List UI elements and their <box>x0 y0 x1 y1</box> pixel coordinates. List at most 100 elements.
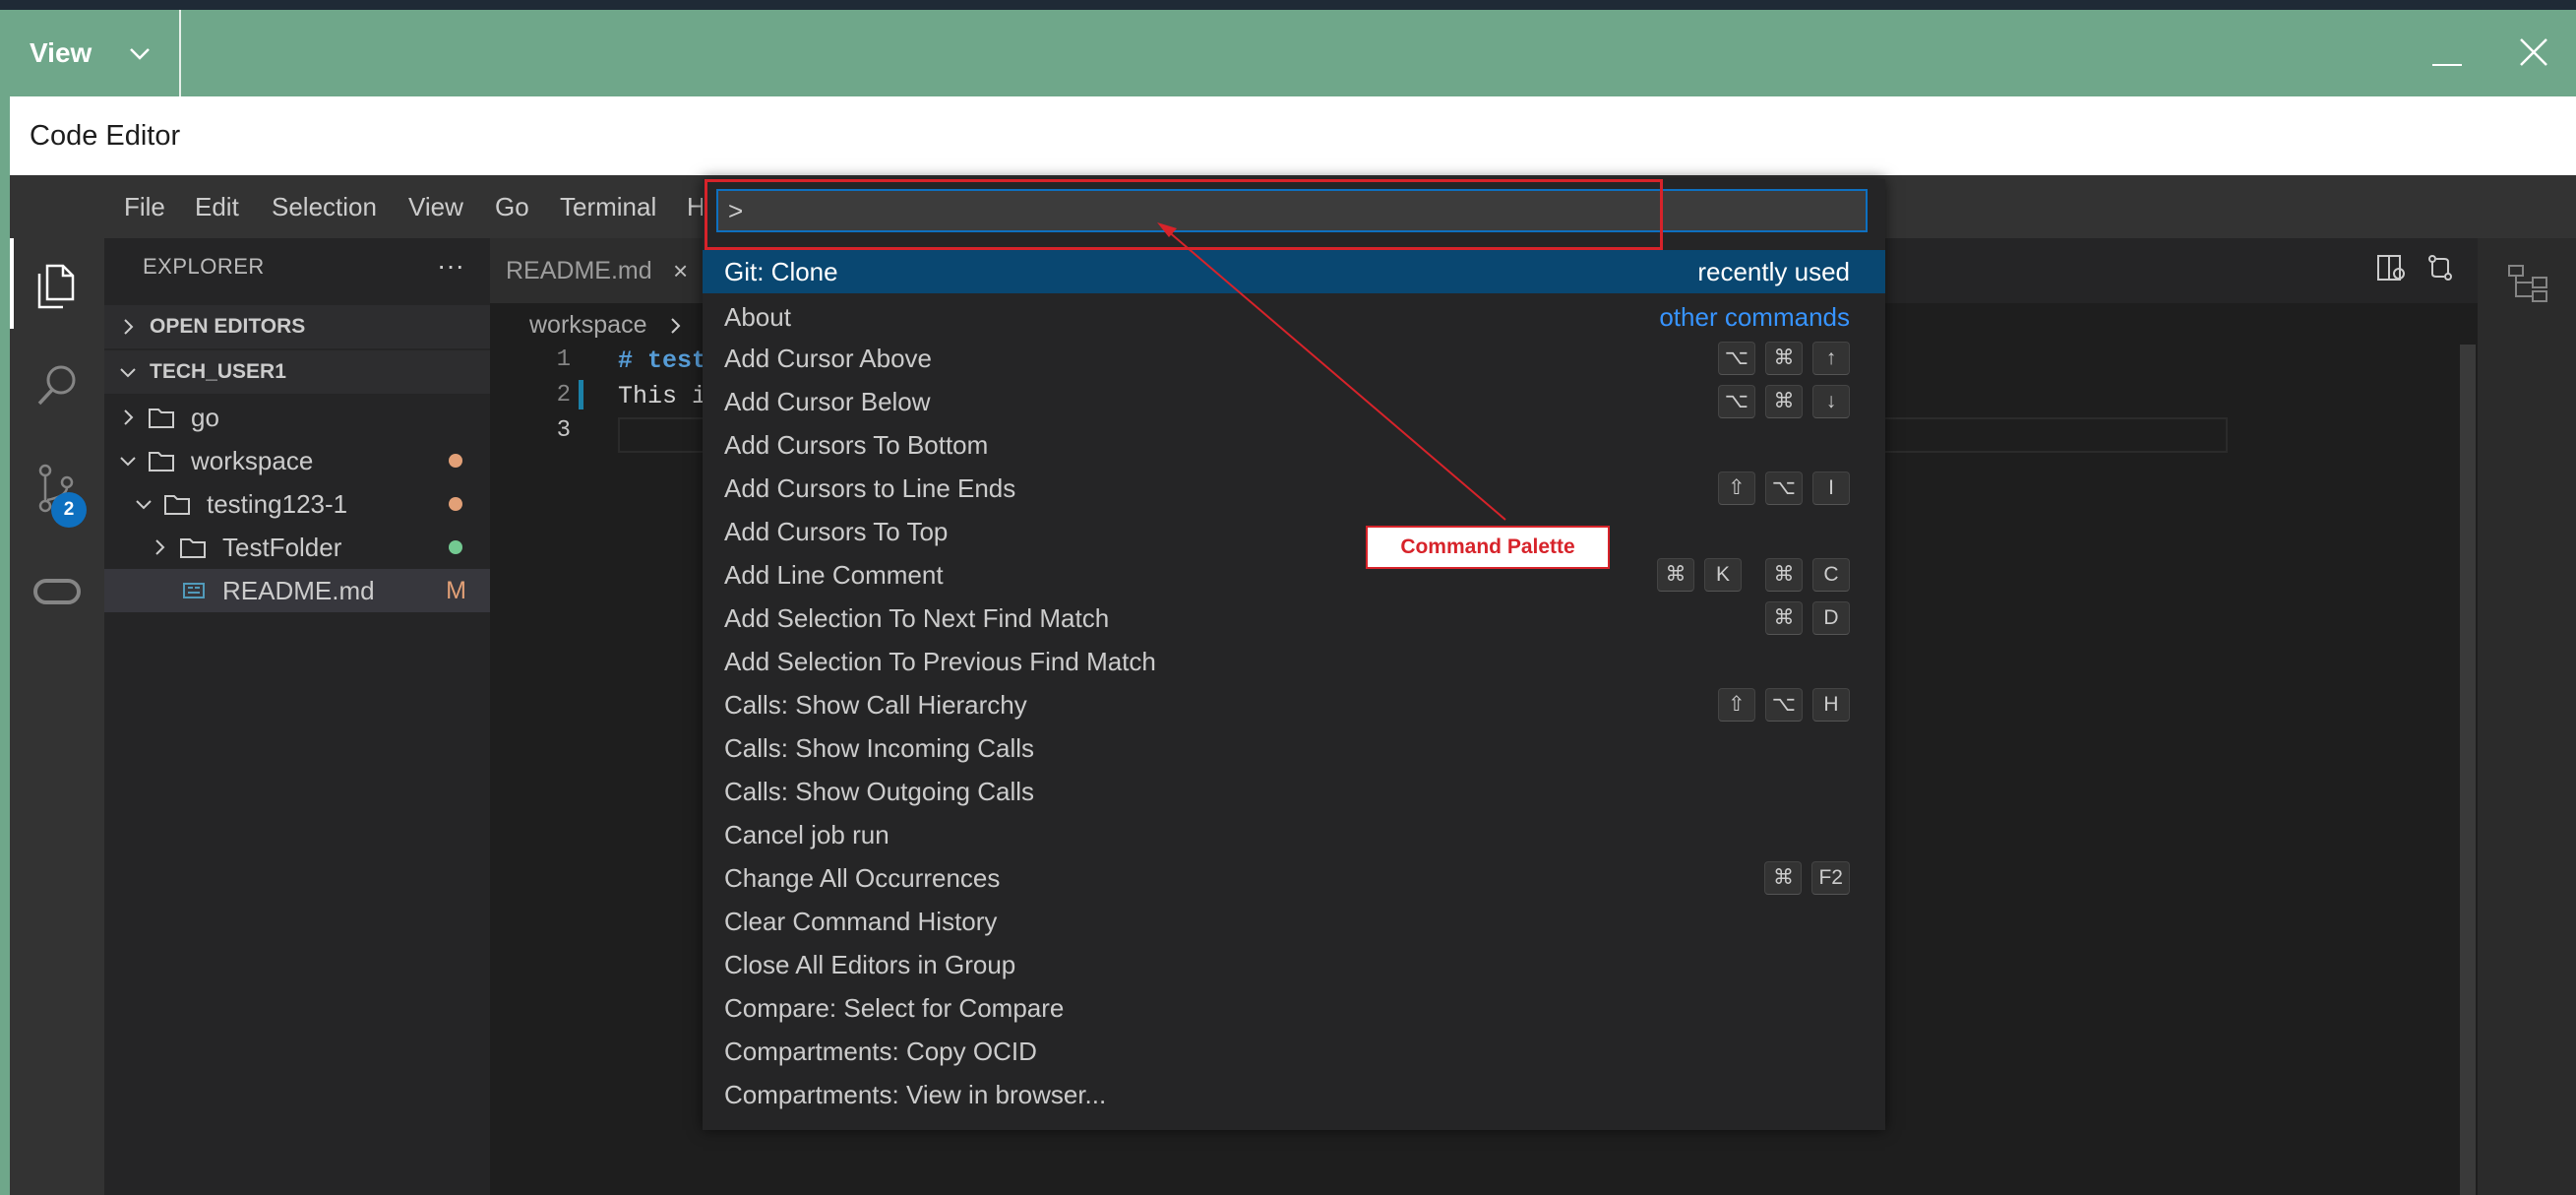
key-cap: ↑ <box>1812 342 1850 375</box>
command-label: Calls: Show Incoming Calls <box>724 733 1035 763</box>
tree-item-workspace[interactable]: workspace <box>104 439 490 482</box>
tree-item-testfolder[interactable]: TestFolder <box>104 526 490 569</box>
key-cap: H <box>1812 688 1850 722</box>
tree-item-readme[interactable]: README.md M <box>104 569 490 612</box>
search-icon[interactable] <box>30 358 85 413</box>
command-item[interactable]: Add Selection To Next Find Match ⌘ D <box>703 597 1885 640</box>
untracked-dot <box>449 540 462 554</box>
line-number: 1 <box>556 346 571 373</box>
command-item[interactable]: Add Cursors To Top <box>703 510 1885 553</box>
tree-item-testing123-1[interactable]: testing123-1 <box>104 482 490 526</box>
command-label: Git: Clone <box>724 257 838 286</box>
command-label: Add Cursors To Bottom <box>724 430 989 460</box>
chevron-right-icon <box>155 539 165 555</box>
command-label: Add Selection To Next Find Match <box>724 603 1110 633</box>
menu-view[interactable]: View <box>408 175 463 238</box>
menu-selection[interactable]: Selection <box>272 175 377 238</box>
more-actions-icon[interactable]: ··· <box>437 250 464 282</box>
title-bar <box>10 10 2576 96</box>
title-separator <box>179 10 181 96</box>
files-icon[interactable] <box>30 256 85 311</box>
menu-terminal[interactable]: Terminal <box>560 175 656 238</box>
command-item[interactable]: Calls: Show Incoming Calls <box>703 726 1885 770</box>
folder-icon <box>164 495 190 515</box>
keybinding: ⌘ F2 <box>1764 861 1850 895</box>
annotation-label: Command Palette <box>1366 526 1610 569</box>
command-item[interactable]: Add Cursors To Bottom <box>703 423 1885 467</box>
code-line[interactable]: This i <box>618 382 706 410</box>
command-item[interactable]: Git: Clone recently used <box>703 250 1885 293</box>
command-item[interactable]: Calls: Show Call Hierarchy ⇧ ⌥ H <box>703 683 1885 726</box>
keybinding: ⌘ D <box>1765 601 1850 635</box>
menu-go[interactable]: Go <box>495 175 529 238</box>
breadcrumb[interactable]: workspace <box>529 305 685 345</box>
key-cap: ⌘ <box>1765 385 1803 418</box>
key-cap: C <box>1812 558 1850 592</box>
command-item[interactable]: Change All Occurrences ⌘ F2 <box>703 856 1885 900</box>
hierarchy-icon[interactable] <box>2505 260 2550 305</box>
command-item[interactable]: Compartments: Copy OCID <box>703 1030 1885 1073</box>
command-group-label: other commands <box>1659 302 1850 332</box>
command-item[interactable]: Cancel job run <box>703 813 1885 856</box>
tree-item-label: workspace <box>191 446 314 475</box>
chevron-down-icon <box>136 500 152 510</box>
command-label: Close All Editors in Group <box>724 950 1016 979</box>
tab-readme[interactable]: README.md × <box>490 238 716 303</box>
command-label: Calls: Show Call Hierarchy <box>724 690 1027 720</box>
folder-icon <box>149 452 174 472</box>
line-number: 3 <box>556 417 571 444</box>
key-cap: ⌥ <box>1717 342 1755 375</box>
key-cap: ↓ <box>1812 385 1850 418</box>
key-cap: ⌘ <box>1765 558 1803 592</box>
minimize-icon[interactable] <box>2424 30 2470 75</box>
close-icon[interactable] <box>2511 30 2556 75</box>
command-label: Add Cursors To Top <box>724 517 949 546</box>
key-cap: ⇧ <box>1717 688 1755 722</box>
open-preview-icon[interactable] <box>2375 252 2407 283</box>
breadcrumb-item[interactable]: workspace <box>529 311 647 339</box>
editor-scrollbar[interactable] <box>2460 345 2476 1195</box>
app-title: Code Editor <box>30 120 181 152</box>
activity-active-indicator <box>10 238 14 329</box>
keybinding: ⌥ ⌘ ↑ <box>1717 342 1850 375</box>
section-workspace-root[interactable]: TECH_USER1 <box>104 350 490 394</box>
open-changes-icon[interactable] <box>2424 252 2456 283</box>
view-dropdown-label: View <box>30 37 92 68</box>
command-label: About <box>724 302 791 332</box>
command-item[interactable]: Add Selection To Previous Find Match <box>703 640 1885 683</box>
chevron-down-icon <box>120 368 136 378</box>
tree-item-go[interactable]: go <box>104 396 490 439</box>
view-dropdown-button[interactable]: View <box>10 10 179 96</box>
command-item[interactable]: Close All Editors in Group <box>703 943 1885 986</box>
menu-edit[interactable]: Edit <box>195 175 239 238</box>
command-item[interactable]: Add Cursor Above ⌥ ⌘ ↑ <box>703 337 1885 380</box>
explorer-title: EXPLORER <box>143 254 265 279</box>
command-item[interactable]: Compare: Select for Compare <box>703 986 1885 1030</box>
tab-close-icon[interactable]: × <box>673 238 688 303</box>
oracle-cloud-icon[interactable] <box>30 563 85 618</box>
key-cap: D <box>1812 601 1850 635</box>
command-label: Compartments: View in browser... <box>724 1080 1107 1109</box>
scm-count-badge: 2 <box>51 492 87 528</box>
code-line[interactable]: # test <box>618 346 706 375</box>
top-strip <box>0 0 2576 10</box>
tree-item-label: go <box>191 403 219 432</box>
menu-file[interactable]: File <box>124 175 165 238</box>
command-item[interactable]: About other commands <box>703 295 1885 339</box>
command-label: Clear Command History <box>724 907 998 936</box>
chevron-down-icon <box>120 457 136 467</box>
command-item[interactable]: Add Line Comment ⌘ K ⌘ C <box>703 553 1885 597</box>
markdown-file-icon <box>183 583 205 598</box>
command-item[interactable]: Add Cursors to Line Ends ⇧ ⌥ I <box>703 467 1885 510</box>
right-panel-rail <box>2478 238 2576 1195</box>
annotation-highlight-box <box>705 179 1663 250</box>
key-cap: F2 <box>1811 861 1850 895</box>
command-label: Add Line Comment <box>724 560 944 590</box>
command-item[interactable]: Calls: Show Outgoing Calls <box>703 770 1885 813</box>
chevron-down-icon <box>130 48 151 60</box>
command-item[interactable]: Add Cursor Below ⌥ ⌘ ↓ <box>703 380 1885 423</box>
section-open-editors[interactable]: OPEN EDITORS <box>104 305 490 348</box>
command-item[interactable]: Compartments: View in browser... <box>703 1073 1885 1116</box>
command-item[interactable]: Clear Command History <box>703 900 1885 943</box>
command-label: Change All Occurrences <box>724 863 1001 893</box>
